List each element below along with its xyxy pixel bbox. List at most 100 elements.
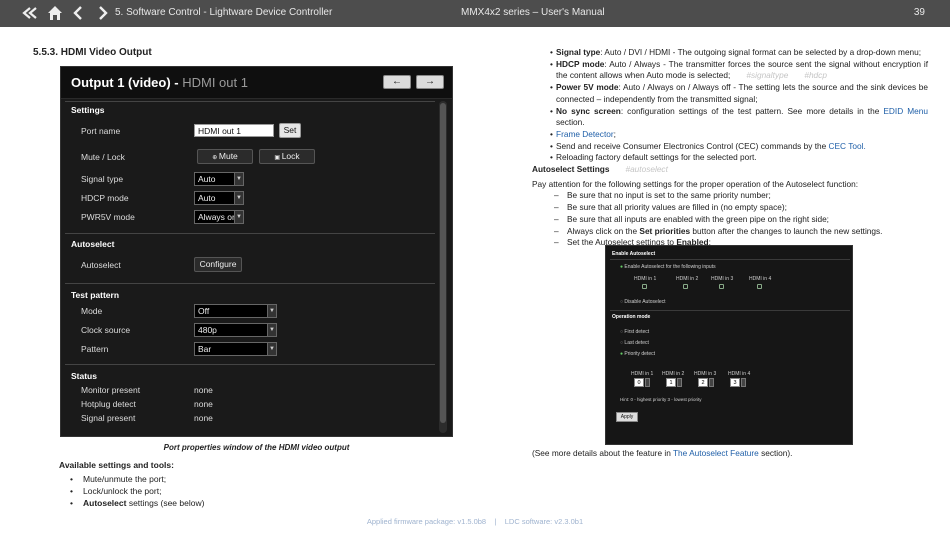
test-pattern-heading: Test pattern bbox=[71, 290, 120, 300]
mute-lock-label: Mute / Lock bbox=[81, 152, 125, 162]
input-4-checkbox[interactable] bbox=[757, 284, 762, 289]
list-item: • Mute/unmute the port; bbox=[70, 474, 167, 484]
mute-button[interactable]: ⊕ Mute bbox=[197, 149, 253, 164]
chevron-down-icon: ▼ bbox=[234, 211, 243, 223]
port-properties-window: Output 1 (video) - HDMI out 1 ← → Settin… bbox=[60, 66, 453, 437]
list-item: – Be sure that all inputs are enabled wit… bbox=[554, 213, 829, 224]
ldc-version: LDC software: v2.3.0b1 bbox=[504, 517, 584, 526]
radio-selected-icon: ● bbox=[620, 351, 624, 357]
list-item: • Send and receive Consumer Electronics C… bbox=[550, 140, 866, 151]
radio-icon: ○ bbox=[620, 329, 624, 335]
next-icon[interactable] bbox=[94, 4, 112, 22]
port-name-input[interactable]: HDMI out 1 bbox=[194, 124, 274, 137]
breadcrumb[interactable]: 5. Software Control - Lightware Device C… bbox=[115, 7, 332, 18]
input-3-checkbox[interactable] bbox=[719, 284, 724, 289]
pwr5v-mode-select[interactable]: Always on ▼ bbox=[194, 210, 244, 224]
priority-label-3: HDMI in 3 bbox=[694, 371, 717, 377]
window-title: Output 1 (video) - HDMI out 1 bbox=[71, 75, 248, 90]
list-item: • No sync screen: configuration settings … bbox=[550, 105, 928, 128]
input-1-checkbox[interactable] bbox=[642, 284, 647, 289]
enable-autoselect-title: Enable Autoselect bbox=[612, 251, 656, 257]
last-detect-radio[interactable]: ○ Last detect bbox=[620, 340, 649, 346]
signal-type-select[interactable]: Auto ▼ bbox=[194, 172, 244, 186]
next-port-button[interactable]: → bbox=[416, 75, 444, 89]
document-title: MMX4x2 series – User's Manual bbox=[461, 7, 605, 18]
set-button[interactable]: Set bbox=[279, 123, 301, 138]
priority-input-1[interactable]: 0 bbox=[634, 378, 644, 387]
priority-stepper-1[interactable] bbox=[645, 378, 650, 387]
priority-stepper-3[interactable] bbox=[709, 378, 714, 387]
prev-icon[interactable] bbox=[70, 4, 88, 22]
apply-button[interactable]: Apply bbox=[616, 412, 638, 422]
attention-text: Pay attention for the following settings… bbox=[532, 178, 859, 189]
first-detect-radio[interactable]: ○ First detect bbox=[620, 329, 649, 335]
window-subtitle: HDMI out 1 bbox=[182, 75, 248, 90]
list-item: • Reloading factory default settings for … bbox=[550, 152, 757, 163]
list-item: – Be sure that no input is set to the sam… bbox=[554, 190, 771, 201]
available-heading: Available settings and tools: bbox=[59, 460, 174, 470]
chevron-down-icon: ▼ bbox=[234, 173, 243, 185]
monitor-present-value: none bbox=[194, 385, 213, 395]
input-label-3: HDMI in 3 bbox=[711, 276, 734, 282]
nav-icons bbox=[22, 4, 112, 22]
prev-port-button[interactable]: ← bbox=[383, 75, 411, 89]
chevron-down-icon: ▼ bbox=[267, 324, 276, 336]
figure-caption: Port properties window of the HDMI video… bbox=[163, 443, 350, 452]
pattern-select[interactable]: Bar ▼ bbox=[194, 342, 277, 356]
list-item: – Always click on the Set priorities butt… bbox=[554, 225, 883, 236]
lock-icon: ▣ bbox=[274, 155, 282, 161]
settings-divider bbox=[65, 101, 435, 102]
section-title: 5.5.3. HDMI Video Output bbox=[33, 47, 152, 58]
frame-detector-link[interactable]: Frame Detector bbox=[556, 129, 614, 139]
settings-heading: Settings bbox=[71, 105, 105, 115]
chevron-down-icon: ▼ bbox=[267, 305, 276, 317]
list-item: • Power 5V mode: Auto / Always on / Alway… bbox=[550, 82, 928, 104]
signal-present-value: none bbox=[194, 413, 213, 423]
scrollbar[interactable] bbox=[439, 101, 447, 433]
monitor-present-label: Monitor present bbox=[81, 385, 141, 395]
right-column: • Signal type: Auto / DVI / HDMI - The ou… bbox=[532, 47, 928, 249]
input-label-2: HDMI in 2 bbox=[676, 276, 699, 282]
testpattern-divider bbox=[65, 283, 435, 284]
list-item: • HDCP mode: Auto / Always - The transmit… bbox=[550, 58, 929, 81]
autoselect-label: Autoselect bbox=[81, 260, 121, 270]
priority-input-4[interactable]: 3 bbox=[730, 378, 740, 387]
status-heading: Status bbox=[71, 371, 97, 381]
operation-mode-title: Operation mode bbox=[612, 314, 651, 320]
see-more-text: (See more details about the feature in T… bbox=[532, 448, 793, 458]
edid-menu-link[interactable]: EDID Menu bbox=[883, 106, 928, 116]
status-divider bbox=[65, 364, 435, 365]
available-list: • Mute/unmute the port; • Lock/unlock the … bbox=[70, 473, 204, 509]
priority-hint: Hint: 0 - highest priority 3 - lowest pr… bbox=[620, 397, 702, 402]
pwr5v-mode-label: PWR5V mode bbox=[81, 212, 135, 222]
scrollbar-thumb[interactable] bbox=[440, 103, 446, 423]
clock-source-select[interactable]: 480p ▼ bbox=[194, 323, 277, 337]
window-header: Output 1 (video) - HDMI out 1 ← → bbox=[61, 67, 452, 99]
chevron-down-icon: ▼ bbox=[234, 192, 243, 204]
mute-icon: ⊕ bbox=[212, 155, 219, 161]
priority-stepper-4[interactable] bbox=[741, 378, 746, 387]
priority-stepper-2[interactable] bbox=[677, 378, 682, 387]
disable-autoselect-radio[interactable]: ○ Disable Autoselect bbox=[620, 299, 666, 305]
tag-signaltype: #signaltype bbox=[746, 70, 789, 81]
enable-autoselect-radio[interactable]: ● Enable Autoselect for the following in… bbox=[620, 264, 716, 270]
cec-tool-link[interactable]: CEC Tool bbox=[829, 141, 864, 151]
radio-icon: ○ bbox=[620, 299, 624, 305]
configure-button[interactable]: Configure bbox=[194, 257, 242, 272]
input-2-checkbox[interactable] bbox=[683, 284, 688, 289]
priority-detect-radio[interactable]: ● Priority detect bbox=[620, 351, 655, 357]
hdcp-mode-select[interactable]: Auto ▼ bbox=[194, 191, 244, 205]
mode-select[interactable]: Off ▼ bbox=[194, 304, 277, 318]
priority-input-2[interactable]: 1 bbox=[666, 378, 676, 387]
double-back-icon[interactable] bbox=[22, 4, 40, 22]
autoselect-settings-heading: Autoselect Settings #autoselect bbox=[532, 164, 668, 175]
clock-source-label: Clock source bbox=[81, 325, 131, 335]
hdcp-mode-label: HDCP mode bbox=[81, 193, 129, 203]
home-icon[interactable] bbox=[46, 4, 64, 22]
priority-label-4: HDMI in 4 bbox=[728, 371, 751, 377]
lock-button[interactable]: ▣ Lock bbox=[259, 149, 315, 164]
autoselect-feature-link[interactable]: The Autoselect Feature bbox=[673, 448, 759, 458]
priority-input-3[interactable]: 2 bbox=[698, 378, 708, 387]
tag-autoselect: #autoselect bbox=[625, 164, 668, 175]
chevron-down-icon: ▼ bbox=[267, 343, 276, 355]
